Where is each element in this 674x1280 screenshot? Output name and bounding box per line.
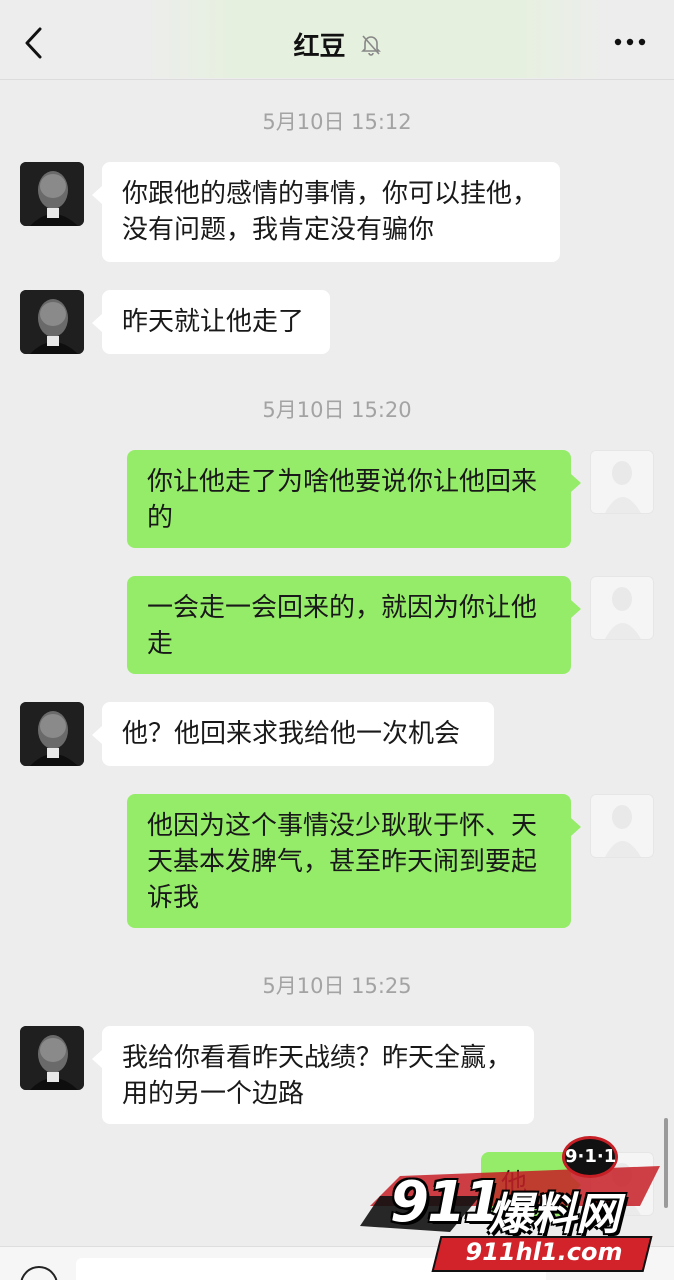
message-text: 一会走一会回来的，就因为你让他走 [147, 593, 538, 659]
watermark-name: 爆料网 [488, 1189, 620, 1240]
message-bubble-outgoing[interactable]: 你让他走了为啥他要说你让他回来的 [127, 450, 581, 548]
message-text: 你让他走了为啥他要说你让他回来的 [147, 467, 538, 533]
more-dots-icon [614, 38, 646, 46]
message-text: 他？他回来求我给他一次机会 [122, 719, 461, 749]
timestamp: 5月10日 15:20 [262, 398, 412, 422]
message-text: 我给你看看昨天战绩？昨天全赢，用的另一个边路 [122, 1043, 513, 1109]
my-avatar[interactable] [590, 576, 654, 640]
contact-avatar[interactable] [20, 1026, 84, 1090]
timestamp: 5月10日 15:25 [262, 974, 412, 998]
my-avatar[interactable] [590, 794, 654, 858]
watermark-logo: 9·1·1 911 爆料网 911hl1.com [360, 1136, 670, 1280]
message-bubble-incoming[interactable]: 昨天就让他走了 [92, 290, 330, 354]
more-options-button[interactable] [612, 30, 648, 54]
watermark-badge: 9·1·1 [562, 1136, 618, 1178]
message-bubble-outgoing[interactable]: 一会走一会回来的，就因为你让他走 [127, 576, 581, 674]
message-bubble-incoming[interactable]: 你跟他的感情的事情，你可以挂他，没有问题，我肯定没有骗你 [92, 162, 560, 262]
chat-title: 红豆 [293, 32, 346, 62]
contact-avatar[interactable] [20, 162, 84, 226]
contact-avatar[interactable] [20, 702, 84, 766]
message-bubble-incoming[interactable]: 他？他回来求我给他一次机会 [92, 702, 494, 766]
chat-title-wrap: 红豆 [0, 26, 674, 63]
contact-avatar[interactable] [20, 290, 84, 354]
watermark-url: 911hl1.com [465, 1238, 623, 1266]
bell-muted-icon [360, 33, 381, 63]
watermark-number: 911 [390, 1170, 503, 1235]
timestamp: 5月10日 15:12 [262, 110, 412, 134]
my-avatar[interactable] [590, 450, 654, 514]
message-text: 你跟他的感情的事情，你可以挂他，没有问题，我肯定没有骗你 [122, 179, 539, 245]
message-text: 他因为这个事情没少耿耿于怀、天天基本发脾气，甚至昨天闹到要起诉我 [147, 811, 538, 913]
message-bubble-outgoing[interactable]: 他因为这个事情没少耿耿于怀、天天基本发脾气，甚至昨天闹到要起诉我 [127, 794, 581, 928]
message-text: 昨天就让他走了 [122, 307, 305, 337]
message-bubble-incoming[interactable]: 我给你看看昨天战绩？昨天全赢，用的另一个边路 [92, 1026, 534, 1124]
